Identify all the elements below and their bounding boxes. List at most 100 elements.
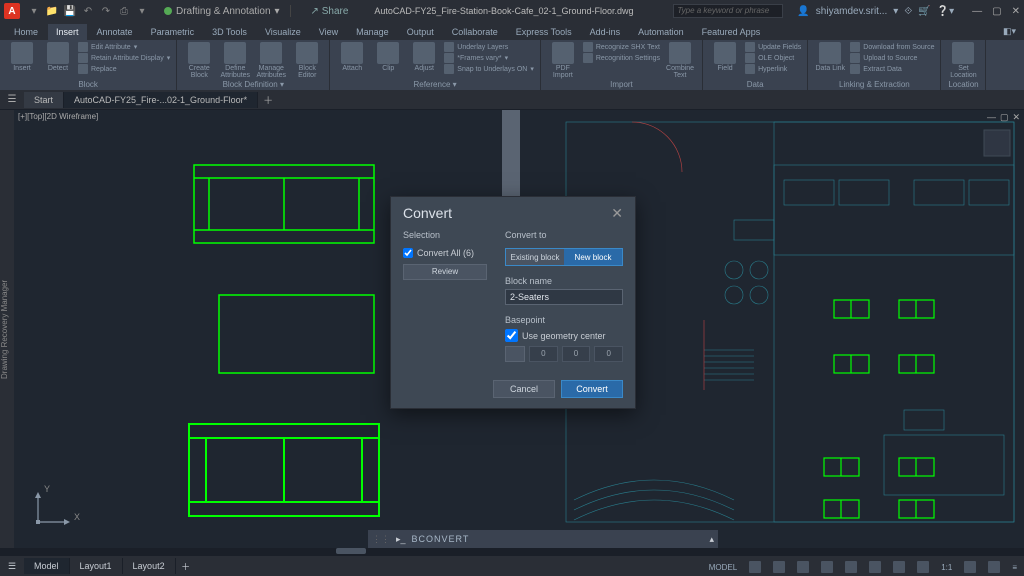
upload-source-button[interactable]: Upload to Source: [850, 53, 934, 63]
pdf-import-button[interactable]: PDF Import: [547, 42, 579, 79]
new-tab-button[interactable]: ＋: [258, 92, 278, 107]
basepoint-z[interactable]: 0: [594, 346, 623, 362]
maximize-button[interactable]: ▢: [992, 6, 1001, 17]
tab-output[interactable]: Output: [399, 24, 442, 40]
panel-label[interactable]: Block Definition ▾: [183, 80, 323, 90]
adjust-button[interactable]: Adjust: [408, 42, 440, 72]
use-geom-center-checkbox[interactable]: Use geometry center: [505, 329, 623, 342]
use-geom-input[interactable]: [505, 329, 518, 342]
vp-min-icon[interactable]: ―: [987, 112, 996, 123]
tab-collaborate[interactable]: Collaborate: [444, 24, 506, 40]
tab-parametric[interactable]: Parametric: [143, 24, 203, 40]
viewport-label[interactable]: [+][Top][2D Wireframe]: [18, 112, 98, 121]
underlay-layers-button[interactable]: Underlay Layers: [444, 42, 534, 52]
tab-file[interactable]: AutoCAD-FY25_Fire-...02-1_Ground-Floor*: [64, 92, 258, 108]
dialog-close-button[interactable]: ✕: [611, 205, 623, 222]
status-iso-icon[interactable]: [985, 560, 1003, 574]
existing-block-option[interactable]: Existing block: [506, 249, 564, 265]
layout-1[interactable]: Layout1: [70, 558, 123, 574]
attach-button[interactable]: Attach: [336, 42, 368, 72]
update-fields-button[interactable]: Update Fields: [745, 42, 801, 52]
retain-attr-button[interactable]: Retain Attribute Display ▾: [78, 53, 170, 63]
clip-button[interactable]: Clip: [372, 42, 404, 72]
tab-expresstools[interactable]: Express Tools: [508, 24, 580, 40]
cancel-button[interactable]: Cancel: [493, 380, 555, 398]
convert-all-checkbox[interactable]: Convert All (6): [403, 248, 487, 258]
detect-button[interactable]: Detect: [42, 42, 74, 72]
tab-annotate[interactable]: Annotate: [89, 24, 141, 40]
close-button[interactable]: ✕: [1012, 6, 1020, 17]
qat-more-icon[interactable]: ▾: [134, 3, 150, 19]
replace-button[interactable]: Replace: [78, 64, 170, 74]
review-button[interactable]: Review: [403, 264, 487, 280]
status-custom-icon[interactable]: ≡: [1009, 562, 1020, 573]
qat-print-icon[interactable]: ⎙: [116, 3, 132, 19]
tab-addins[interactable]: Add-ins: [582, 24, 629, 40]
tab-manage[interactable]: Manage: [348, 24, 397, 40]
autodesk-icon[interactable]: ⟐: [904, 6, 912, 17]
download-source-button[interactable]: Download from Source: [850, 42, 934, 52]
qat-open-icon[interactable]: 📁: [44, 3, 60, 19]
qat-undo-icon[interactable]: ↶: [80, 3, 96, 19]
status-track-icon[interactable]: [866, 560, 884, 574]
extract-data-button[interactable]: Extract Data: [850, 64, 934, 74]
cart-icon[interactable]: 🛒: [918, 6, 930, 17]
tab-automation[interactable]: Automation: [630, 24, 692, 40]
status-scale[interactable]: 1:1: [938, 562, 955, 573]
define-attr-button[interactable]: Define Attributes: [219, 42, 251, 79]
vp-close-icon[interactable]: ✕: [1012, 112, 1020, 123]
workspace-switcher[interactable]: Drafting & Annotation ▾: [164, 6, 280, 17]
h-scrollbar-thumb[interactable]: [336, 548, 366, 554]
new-layout-button[interactable]: ＋: [176, 560, 196, 573]
grip-icon[interactable]: ⋮⋮: [372, 534, 390, 545]
ucs-icon[interactable]: Y X: [32, 488, 72, 530]
layout-model[interactable]: Model: [24, 558, 70, 574]
status-ortho-icon[interactable]: [794, 560, 812, 574]
recovery-manager-panel[interactable]: Drawing Recovery Manager: [0, 110, 14, 548]
doctabs-menu-icon[interactable]: ☰: [0, 94, 24, 105]
qat-save-icon[interactable]: 💾: [62, 3, 78, 19]
tab-home[interactable]: Home: [6, 24, 46, 40]
edit-attribute-button[interactable]: Edit Attribute ▾: [78, 42, 170, 52]
tab-visualize[interactable]: Visualize: [257, 24, 309, 40]
recognition-settings-button[interactable]: Recognition Settings: [583, 53, 660, 63]
ole-object-button[interactable]: OLE Object: [745, 53, 801, 63]
layout-2[interactable]: Layout2: [123, 558, 176, 574]
tab-3dtools[interactable]: 3D Tools: [204, 24, 255, 40]
minimize-button[interactable]: ―: [972, 6, 982, 17]
qat-new-icon[interactable]: ▾: [26, 3, 42, 19]
manage-attr-button[interactable]: Manage Attributes: [255, 42, 287, 79]
command-line[interactable]: ⋮⋮ ▸_ BCONVERT ▴: [368, 530, 718, 548]
status-dyn-icon[interactable]: [890, 560, 908, 574]
new-block-option[interactable]: New block: [564, 249, 622, 265]
insert-block-button[interactable]: Insert: [6, 42, 38, 72]
status-snap-icon[interactable]: [770, 560, 788, 574]
status-grid-icon[interactable]: [746, 560, 764, 574]
convert-button[interactable]: Convert: [561, 380, 623, 398]
frames-vary-button[interactable]: *Frames vary* ▾: [444, 53, 534, 63]
field-button[interactable]: Field: [709, 42, 741, 72]
vp-max-icon[interactable]: ▢: [1000, 112, 1009, 123]
panel-label[interactable]: Reference ▾: [336, 80, 534, 90]
data-link-button[interactable]: Data Link: [814, 42, 846, 72]
hyperlink-button[interactable]: Hyperlink: [745, 64, 801, 74]
qat-redo-icon[interactable]: ↷: [98, 3, 114, 19]
basepoint-y[interactable]: 0: [562, 346, 591, 362]
help-icon[interactable]: ❔▾: [937, 6, 954, 17]
create-block-button[interactable]: Create Block: [183, 42, 215, 79]
tab-view[interactable]: View: [311, 24, 346, 40]
status-gear-icon[interactable]: [961, 560, 979, 574]
help-search-input[interactable]: Type a keyword or phrase: [673, 4, 783, 18]
command-dropdown-icon[interactable]: ▴: [709, 534, 714, 545]
app-icon[interactable]: A: [4, 3, 20, 19]
snap-underlays-button[interactable]: Snap to Underlays ON ▾: [444, 64, 534, 74]
status-osnap-icon[interactable]: [842, 560, 860, 574]
tab-start[interactable]: Start: [24, 92, 64, 108]
tab-insert[interactable]: Insert: [48, 24, 87, 40]
status-model[interactable]: MODEL: [706, 562, 740, 573]
ribbon-options-icon[interactable]: ◧▾: [995, 23, 1024, 40]
convert-all-input[interactable]: [403, 248, 413, 258]
tab-featuredapps[interactable]: Featured Apps: [694, 24, 769, 40]
recognize-shx-button[interactable]: Recognize SHX Text: [583, 42, 660, 52]
share-button[interactable]: ↗ Share: [311, 6, 349, 17]
